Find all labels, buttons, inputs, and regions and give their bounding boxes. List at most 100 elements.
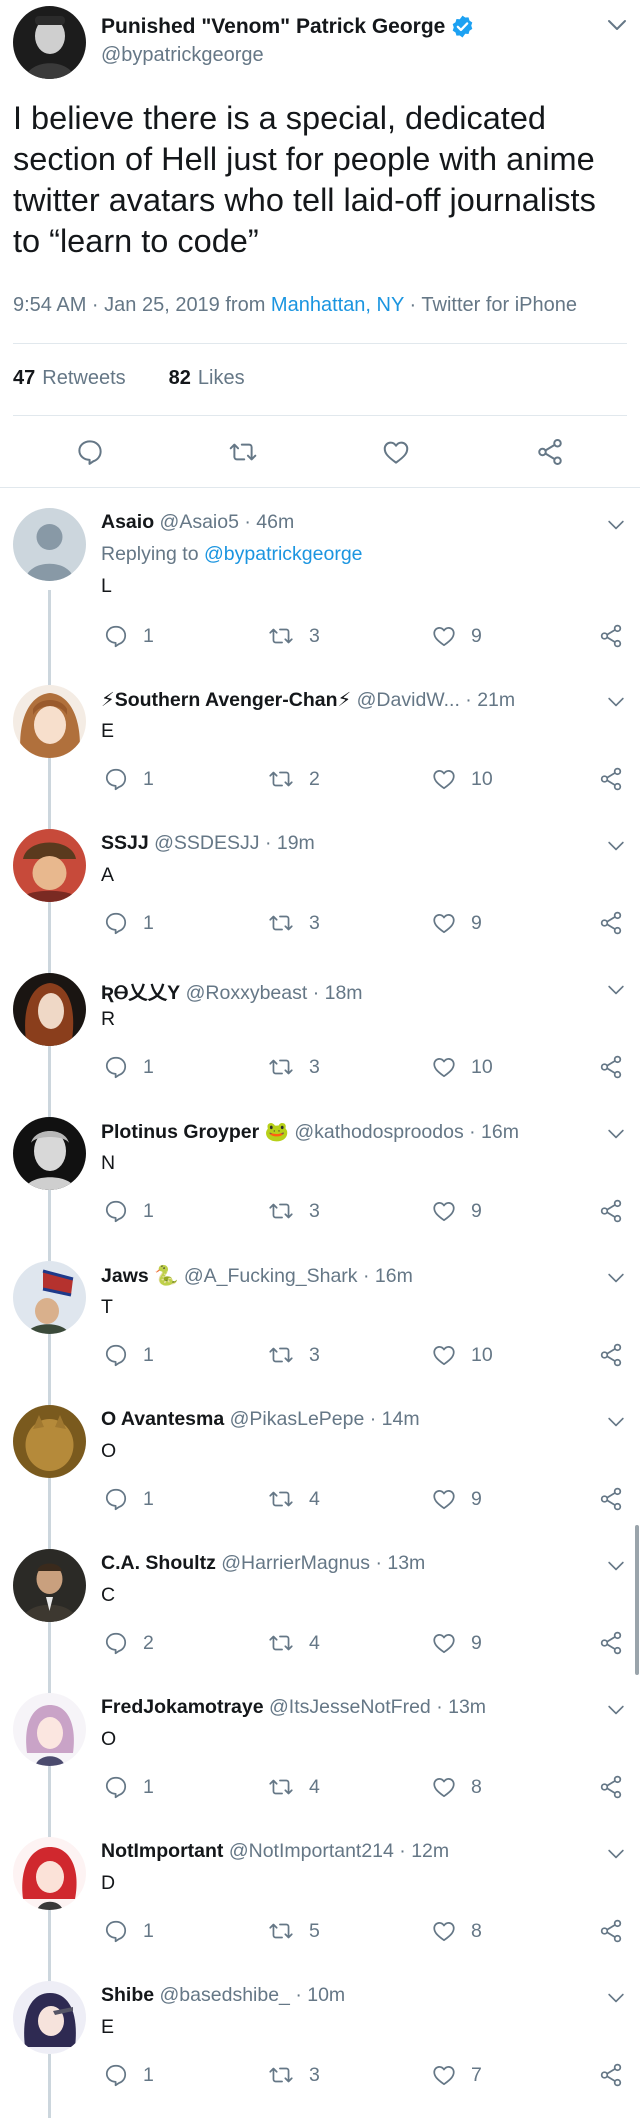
reply-comment-button[interactable]: 1 xyxy=(103,1052,154,1082)
reply-author-name[interactable]: Asaio xyxy=(101,511,154,533)
author-handle[interactable]: @bypatrickgeorge xyxy=(101,44,264,67)
reply-author-handle[interactable]: @DavidW... xyxy=(357,689,460,711)
reply-comment-button[interactable]: 2 xyxy=(103,1628,154,1658)
reply-comment-button[interactable]: 1 xyxy=(103,764,154,794)
reply-like-button[interactable]: 10 xyxy=(431,1052,493,1082)
share-button[interactable] xyxy=(534,436,566,468)
reply-author-name[interactable]: Jaws 🐍 xyxy=(101,1265,178,1287)
reply-comment-button[interactable]: 1 xyxy=(103,1340,154,1370)
reply-like-button[interactable]: 10 xyxy=(431,764,493,794)
reply-author-handle[interactable]: @Asaio5 xyxy=(160,511,239,533)
chevron-down-icon[interactable] xyxy=(607,1992,625,2004)
reply-retweet-button[interactable]: 3 xyxy=(267,1052,320,1082)
author-name[interactable]: Punished "Venom" Patrick George xyxy=(101,14,475,39)
reply-author-name[interactable]: ƦⲐ乂乂Y xyxy=(101,982,180,1004)
reply-author-handle[interactable]: @kathodosproodos xyxy=(294,1121,463,1143)
tweet-location-link[interactable]: Manhattan, NY xyxy=(271,294,404,316)
reply-retweet-button[interactable]: 3 xyxy=(267,1196,320,1226)
reply-author-name[interactable]: C.A. Shoultz xyxy=(101,1552,216,1574)
author-name-text[interactable]: Punished "Venom" Patrick George xyxy=(101,15,445,39)
reply-like-button[interactable]: 9 xyxy=(431,908,482,938)
reply-tweet[interactable]: FredJokamotraye @ItsJesseNotFred · 13m O… xyxy=(0,1674,640,1818)
reply-like-button[interactable]: 9 xyxy=(431,1628,482,1658)
reply-like-button[interactable]: 8 xyxy=(431,1916,482,1946)
replying-to-link[interactable]: @bypatrickgeorge xyxy=(204,543,363,565)
reply-retweet-button[interactable]: 4 xyxy=(267,1628,320,1658)
reply-like-button[interactable]: 9 xyxy=(431,1196,482,1226)
reply-author-name[interactable]: ⚡Southern Avenger-Chan⚡ xyxy=(101,689,351,711)
reply-author-handle[interactable]: @A_Fucking_Shark xyxy=(184,1265,358,1287)
reply-author-name[interactable]: Plotinus Groyper 🐸 xyxy=(101,1121,289,1143)
reply-avatar[interactable] xyxy=(13,508,86,581)
reply-comment-button[interactable]: 1 xyxy=(103,1772,154,1802)
chevron-down-icon[interactable] xyxy=(607,1560,625,1572)
reply-time[interactable]: · 16m xyxy=(469,1121,519,1143)
reply-avatar[interactable] xyxy=(13,685,86,758)
reply-retweet-button[interactable]: 4 xyxy=(267,1484,320,1514)
chevron-down-icon[interactable] xyxy=(607,18,627,32)
chevron-down-icon[interactable] xyxy=(607,984,625,996)
reply-avatar[interactable] xyxy=(13,1405,86,1478)
reply-author-handle[interactable]: @basedshibe_ xyxy=(160,1984,290,2006)
likes-stat[interactable]: 82 Likes xyxy=(169,367,245,389)
reply-retweet-button[interactable]: 3 xyxy=(267,908,320,938)
reply-author-handle[interactable]: @NotImportant214 xyxy=(229,1840,394,1862)
reply-tweet[interactable]: Jaws 🐍 @A_Fucking_Shark · 16m T 1 3 10 xyxy=(0,1242,640,1386)
reply-share-button[interactable] xyxy=(598,1052,638,1082)
reply-tweet[interactable]: SSJJ @SSDESJJ · 19m A 1 3 9 xyxy=(0,810,640,954)
reply-author-handle[interactable]: @SSDESJJ xyxy=(154,832,259,854)
chevron-down-icon[interactable] xyxy=(607,1128,625,1140)
reply-retweet-button[interactable]: 3 xyxy=(267,621,320,651)
reply-comment-button[interactable]: 1 xyxy=(103,908,154,938)
reply-author-name[interactable]: Shibe xyxy=(101,1984,154,2006)
reply-share-button[interactable] xyxy=(598,1916,638,1946)
reply-tweet[interactable]: Shibe @basedshibe_ · 10m E 1 3 7 xyxy=(0,1962,640,2106)
reply-author-handle[interactable]: @ItsJesseNotFred xyxy=(269,1696,431,1718)
reply-time[interactable]: · 12m xyxy=(399,1840,449,1862)
reply-avatar[interactable] xyxy=(13,1981,86,2054)
reply-like-button[interactable]: 8 xyxy=(431,1772,482,1802)
reply-share-button[interactable] xyxy=(598,1484,638,1514)
reply-time[interactable]: · 10m xyxy=(295,1984,345,2006)
reply-time[interactable]: · 14m xyxy=(370,1408,420,1430)
reply-author-handle[interactable]: @HarrierMagnus xyxy=(221,1552,370,1574)
chevron-down-icon[interactable] xyxy=(607,519,625,531)
reply-button[interactable] xyxy=(74,436,106,468)
reply-avatar[interactable] xyxy=(13,829,86,902)
reply-time[interactable]: · 13m xyxy=(436,1696,486,1718)
reply-tweet[interactable]: ⚡Southern Avenger-Chan⚡ @DavidW... · 21m… xyxy=(0,666,640,810)
reply-like-button[interactable]: 10 xyxy=(431,1340,493,1370)
reply-share-button[interactable] xyxy=(598,764,638,794)
reply-like-button[interactable]: 7 xyxy=(431,2060,482,2090)
chevron-down-icon[interactable] xyxy=(607,1416,625,1428)
reply-tweet[interactable]: NotImportant @NotImportant214 · 12m D 1 … xyxy=(0,1818,640,1962)
reply-time[interactable]: · 21m xyxy=(465,689,515,711)
reply-retweet-button[interactable]: 3 xyxy=(267,2060,320,2090)
reply-author-name[interactable]: O Avantesma xyxy=(101,1408,224,1430)
reply-share-button[interactable] xyxy=(598,1196,638,1226)
reply-avatar[interactable] xyxy=(13,1117,86,1190)
reply-share-button[interactable] xyxy=(598,1340,638,1370)
reply-avatar[interactable] xyxy=(13,1549,86,1622)
reply-like-button[interactable]: 9 xyxy=(431,621,482,651)
reply-comment-button[interactable]: 1 xyxy=(103,2060,154,2090)
reply-author-name[interactable]: FredJokamotraye xyxy=(101,1696,264,1718)
reply-comment-button[interactable]: 1 xyxy=(103,621,154,651)
reply-retweet-button[interactable]: 4 xyxy=(267,1772,320,1802)
reply-avatar[interactable] xyxy=(13,1261,86,1334)
reply-share-button[interactable] xyxy=(598,908,638,938)
author-avatar[interactable] xyxy=(13,6,86,79)
reply-author-name[interactable]: NotImportant xyxy=(101,1840,223,1862)
reply-avatar[interactable] xyxy=(13,1837,86,1910)
reply-author-handle[interactable]: @Roxxybeast xyxy=(186,982,308,1004)
reply-tweet[interactable]: Plotinus Groyper 🐸 @kathodosproodos · 16… xyxy=(0,1098,640,1242)
chevron-down-icon[interactable] xyxy=(607,1272,625,1284)
retweet-button[interactable] xyxy=(227,436,259,468)
reply-avatar[interactable] xyxy=(13,973,86,1046)
reply-time[interactable]: · 46m xyxy=(244,511,294,533)
reply-comment-button[interactable]: 1 xyxy=(103,1196,154,1226)
chevron-down-icon[interactable] xyxy=(607,1848,625,1860)
tweet-timestamp[interactable]: 9:54 AM · Jan 25, 2019 from xyxy=(13,294,271,316)
reply-share-button[interactable] xyxy=(598,621,638,651)
reply-retweet-button[interactable]: 2 xyxy=(267,764,320,794)
